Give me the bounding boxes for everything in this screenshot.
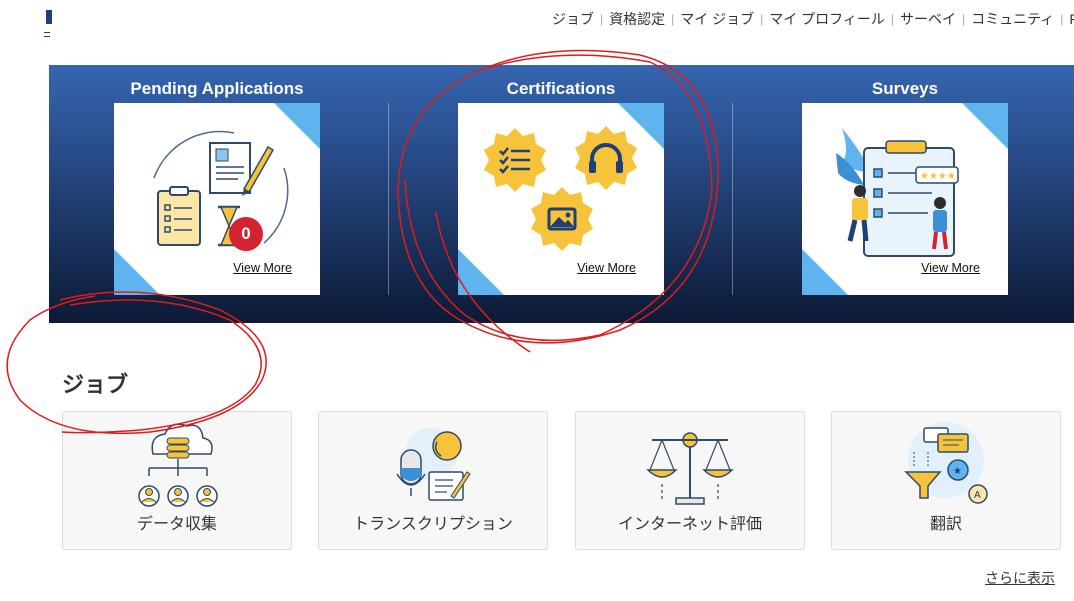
surveys-view-more-link[interactable]: View More xyxy=(921,261,980,275)
job-label: トランスクリプション xyxy=(353,516,513,533)
job-card-internet-evaluation[interactable]: インターネット評価 xyxy=(575,411,805,550)
banner-divider xyxy=(388,103,389,295)
top-nav: ジョブ | 資格認定 | マイ ジョブ | マイ プロフィール | サーベイ |… xyxy=(548,8,1074,30)
job-label: インターネット評価 xyxy=(617,516,762,533)
certifications-title: Certifications xyxy=(506,79,616,98)
job-card-data-collection[interactable]: データ収集 xyxy=(62,411,292,550)
nav-jobs[interactable]: ジョブ xyxy=(548,9,598,29)
nav-community[interactable]: コミュニティ xyxy=(967,9,1058,29)
svg-text:A: A xyxy=(974,490,981,501)
nav-my-profile[interactable]: マイ プロフィール xyxy=(765,9,889,29)
logo[interactable] xyxy=(44,8,54,37)
nav-my-jobs[interactable]: マイ ジョブ xyxy=(676,9,758,29)
pending-count-badge: 0 xyxy=(229,217,263,251)
job-card-translation[interactable]: ★ A 翻訳 xyxy=(831,411,1061,550)
certifications-card[interactable]: View More xyxy=(458,103,664,295)
pending-view-more-link[interactable]: View More xyxy=(233,261,292,275)
job-label: データ収集 xyxy=(136,516,217,533)
show-more-jobs-link[interactable]: さらに表示 xyxy=(985,568,1055,588)
surveys-card[interactable]: ★★★★ View More xyxy=(802,103,1008,295)
pending-applications-title: Pending Applications xyxy=(130,79,304,98)
pending-applications-column: Pending Applications 0 View More xyxy=(114,65,320,323)
surveys-title: Surveys xyxy=(871,79,939,98)
surveys-column: Surveys ★★★★ View More xyxy=(802,65,1008,323)
nav-certifications[interactable]: 資格認定 xyxy=(605,9,669,29)
nav-more-cut[interactable]: F xyxy=(1065,11,1074,27)
nav-surveys[interactable]: サーベイ xyxy=(896,9,960,29)
job-card-transcription[interactable]: トランスクリプション xyxy=(318,411,548,550)
banner-divider xyxy=(732,103,733,295)
svg-text:★: ★ xyxy=(953,466,962,477)
svg-text:★★★★: ★★★★ xyxy=(920,171,956,182)
jobs-section-title: ジョブ xyxy=(62,372,129,397)
certifications-column: Certifications View More xyxy=(458,65,664,323)
job-label: 翻訳 xyxy=(929,516,962,533)
dashboard-banner: Pending Applications 0 View More Certifi… xyxy=(49,65,1074,323)
pending-applications-card[interactable]: 0 View More xyxy=(114,103,320,295)
certifications-view-more-link[interactable]: View More xyxy=(577,261,636,275)
